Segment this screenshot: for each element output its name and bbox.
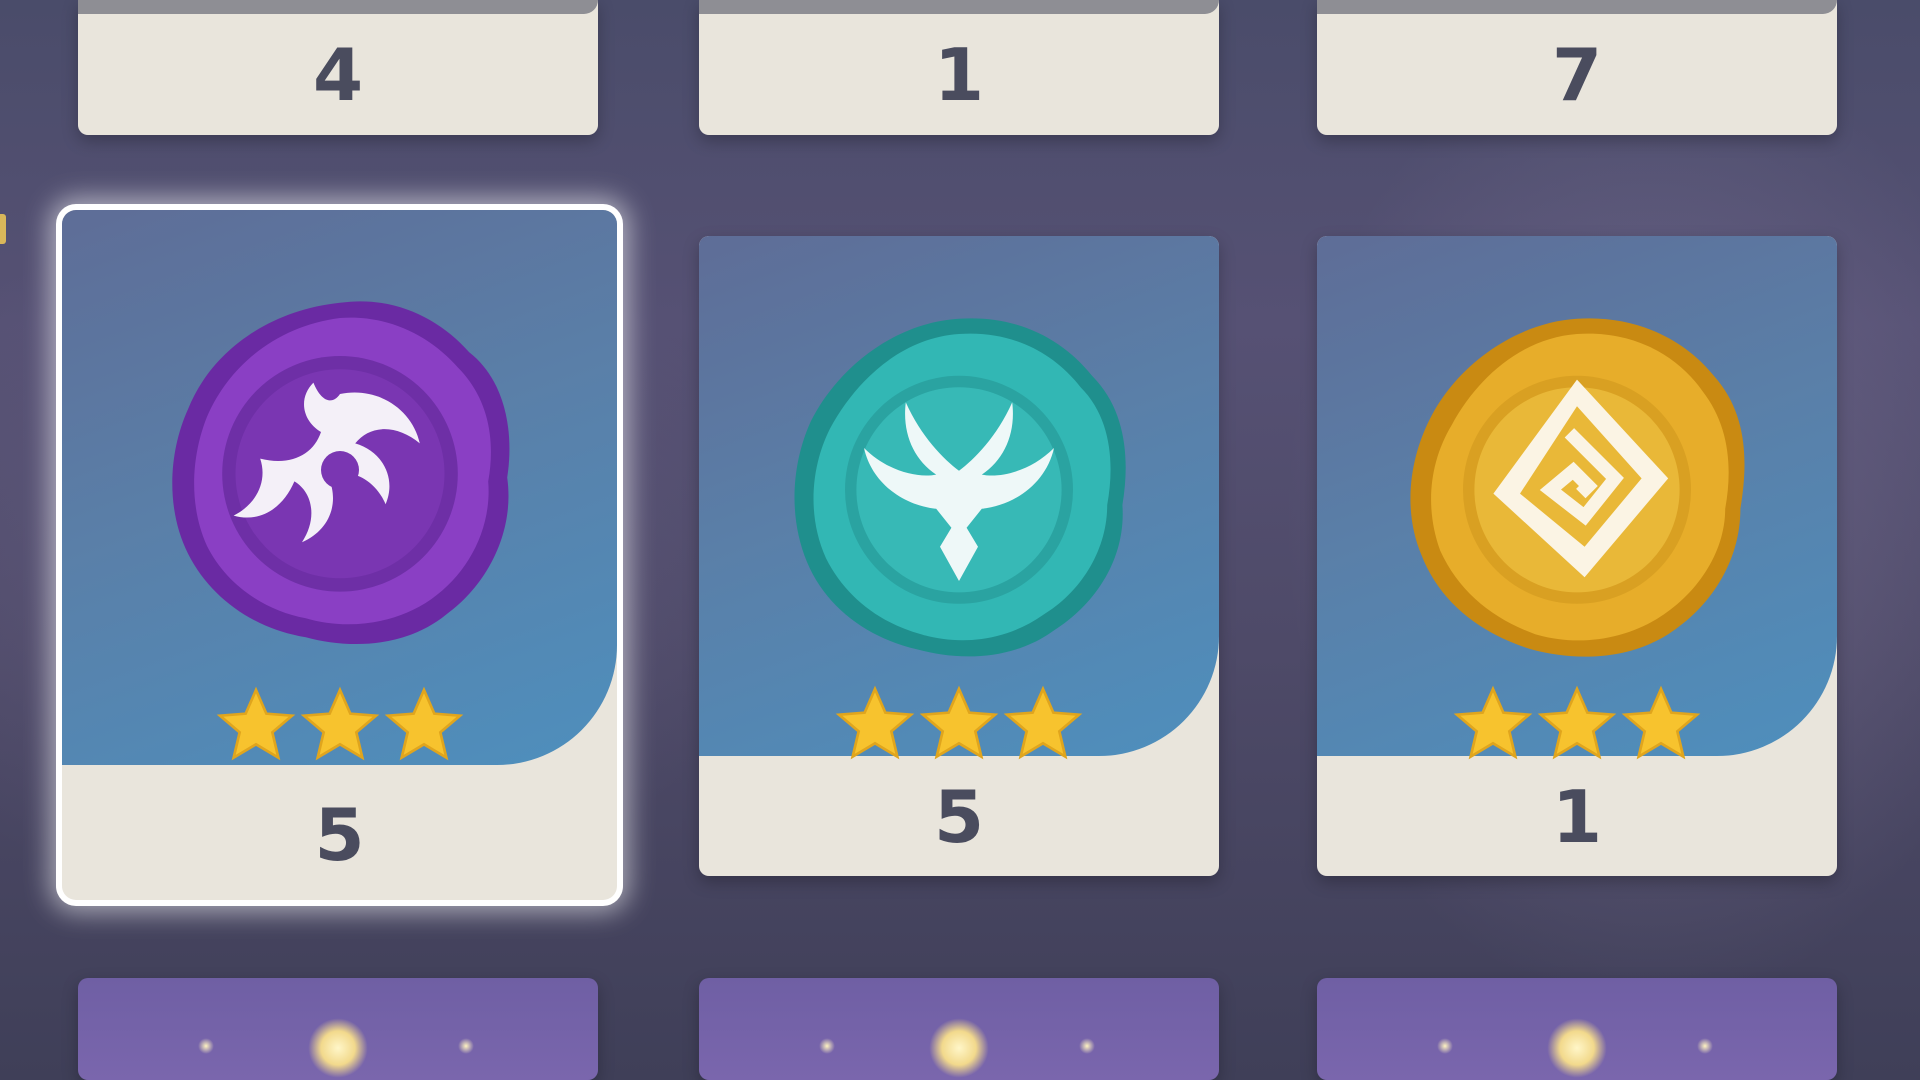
sparkle-icon (458, 1038, 474, 1054)
item-art-background (62, 210, 617, 765)
item-card-bottom-1[interactable] (78, 978, 598, 1080)
electro-seal-icon (150, 280, 530, 660)
item-card-electro-sigil[interactable]: 5 (62, 210, 617, 900)
rarity-stars (833, 684, 1085, 764)
glowing-item-icon (929, 1018, 989, 1078)
star-icon (216, 686, 295, 761)
item-count: 5 (933, 775, 985, 859)
sparkle-icon (198, 1038, 214, 1054)
rarity-stars (214, 685, 466, 765)
item-card-geo-sigil[interactable]: 1 (1317, 236, 1837, 876)
glowing-item-icon (1547, 1018, 1607, 1078)
item-card-bottom-3[interactable] (1317, 978, 1837, 1080)
selection-indicator (0, 214, 6, 244)
item-count: 4 (312, 33, 364, 117)
item-count: 1 (933, 33, 985, 117)
item-art-edge (78, 0, 598, 14)
star-icon (1003, 685, 1083, 760)
item-card-top-1[interactable]: 4 (78, 0, 598, 135)
sparkle-icon (1079, 1038, 1095, 1054)
star-icon (300, 686, 379, 761)
item-card-top-2[interactable]: 1 (699, 0, 1219, 135)
item-art-background (699, 236, 1219, 760)
star-icon (1537, 685, 1617, 760)
item-art-edge (1317, 0, 1837, 14)
sparkle-icon (1437, 1038, 1453, 1054)
glowing-item-icon (308, 1018, 368, 1078)
star-icon (919, 685, 999, 760)
item-card-top-3[interactable]: 7 (1317, 0, 1837, 135)
star-icon (835, 685, 915, 760)
sparkle-icon (1697, 1038, 1713, 1054)
inventory-grid: 4 1 7 5 5 1 (0, 0, 1920, 1080)
sparkle-icon (819, 1038, 835, 1054)
item-card-anemo-sigil[interactable]: 5 (699, 236, 1219, 876)
item-count: 1 (1551, 775, 1603, 859)
item-count: 5 (314, 793, 365, 877)
anemo-seal-icon (769, 296, 1149, 676)
star-icon (1453, 685, 1533, 760)
item-art-background (1317, 236, 1837, 760)
item-count: 7 (1551, 33, 1603, 117)
star-icon (1621, 685, 1701, 760)
item-art-edge (699, 0, 1219, 14)
rarity-stars (1451, 684, 1703, 764)
geo-seal-icon (1387, 296, 1767, 676)
star-icon (384, 686, 463, 761)
item-card-bottom-2[interactable] (699, 978, 1219, 1080)
